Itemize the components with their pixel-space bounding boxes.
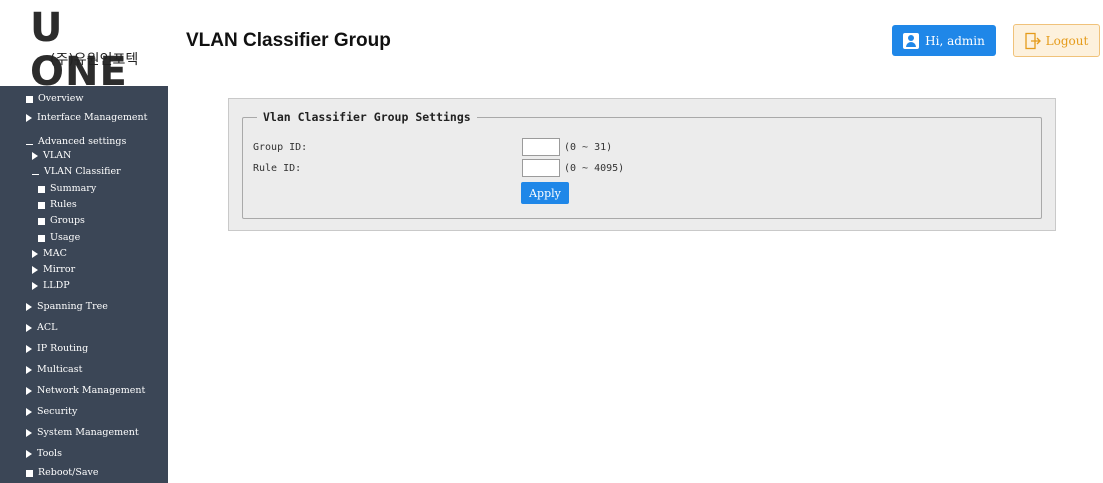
- user-label: Hi, admin: [925, 33, 985, 48]
- sidebar-item-acl[interactable]: ACL: [26, 321, 57, 335]
- sidebar-item-multicast[interactable]: Multicast: [26, 363, 82, 377]
- expand-arrow-icon: [32, 250, 38, 258]
- sidebar-item-label: ACL: [37, 322, 58, 333]
- sidebar-item-system-management[interactable]: System Management: [26, 426, 139, 440]
- expand-arrow-icon: [26, 324, 32, 332]
- logo-subtext: (주)유원인포텍: [50, 52, 139, 68]
- sidebar-item-summary[interactable]: Summary: [38, 182, 96, 196]
- collapse-dash-icon: [26, 144, 33, 145]
- sidebar-item-label: Spanning Tree: [37, 301, 108, 312]
- sidebar-item-label: Usage: [50, 232, 81, 243]
- sidebar-item-usage[interactable]: Usage: [38, 231, 80, 245]
- group-id-range: (0 ~ 31): [564, 142, 613, 153]
- square-icon: [38, 185, 45, 193]
- sidebar-item-vlan-classifier[interactable]: VLAN Classifier: [32, 165, 121, 179]
- rule-id-input[interactable]: [522, 159, 560, 177]
- rule-id-label: Rule ID:: [253, 163, 302, 174]
- fieldset-legend: Vlan Classifier Group Settings: [263, 110, 471, 124]
- sidebar: Overview Interface Management Advanced s…: [0, 86, 168, 483]
- sidebar-item-label: Reboot/Save: [38, 467, 99, 478]
- header: U ONE (주)유원인포텍 VLAN Classifier Group Hi,…: [0, 0, 1103, 94]
- square-icon: [26, 95, 33, 103]
- collapse-dash-icon: [32, 174, 39, 175]
- sidebar-item-lldp[interactable]: LLDP: [32, 279, 70, 293]
- sidebar-item-label: VLAN Classifier: [44, 166, 121, 177]
- square-icon: [38, 234, 45, 242]
- sidebar-item-groups[interactable]: Groups: [38, 214, 85, 228]
- sidebar-item-reboot-save[interactable]: Reboot/Save: [26, 466, 98, 480]
- expand-arrow-icon: [26, 387, 32, 395]
- square-icon: [38, 217, 45, 225]
- sidebar-item-label: Tools: [37, 448, 62, 459]
- sidebar-item-label: VLAN: [43, 150, 72, 161]
- vlan-classifier-group-fieldset: Vlan Classifier Group Settings: [242, 110, 1042, 219]
- expand-arrow-icon: [32, 282, 38, 290]
- expand-arrow-icon: [26, 408, 32, 416]
- sidebar-item-label: LLDP: [43, 280, 70, 291]
- sidebar-item-interface-management[interactable]: Interface Management: [26, 111, 147, 125]
- page-title: VLAN Classifier Group: [186, 30, 391, 51]
- expand-arrow-icon: [32, 266, 38, 274]
- rule-id-range: (0 ~ 4095): [564, 163, 625, 174]
- apply-button[interactable]: Apply: [521, 182, 569, 204]
- sidebar-item-label: Overview: [38, 93, 84, 104]
- sidebar-item-mirror[interactable]: Mirror: [32, 263, 75, 277]
- group-id-input[interactable]: [522, 138, 560, 156]
- expand-arrow-icon: [26, 450, 32, 458]
- expand-arrow-icon: [26, 429, 32, 437]
- logo-text: U ONE: [30, 5, 128, 95]
- logout-icon: [1025, 32, 1041, 50]
- sidebar-item-network-management[interactable]: Network Management: [26, 384, 145, 398]
- sidebar-item-label: IP Routing: [37, 343, 89, 354]
- logout-label: Logout: [1045, 33, 1089, 48]
- sidebar-item-label: Summary: [50, 183, 97, 194]
- sidebar-item-security[interactable]: Security: [26, 405, 77, 419]
- user-account-button[interactable]: Hi, admin: [892, 25, 996, 56]
- group-id-label: Group ID:: [253, 142, 308, 153]
- expand-arrow-icon: [26, 345, 32, 353]
- logout-button[interactable]: Logout: [1013, 24, 1100, 57]
- square-icon: [38, 201, 45, 209]
- expand-arrow-icon: [26, 114, 32, 122]
- sidebar-item-label: Rules: [50, 199, 77, 210]
- sidebar-item-label: System Management: [37, 427, 139, 438]
- settings-panel: Vlan Classifier Group Settings Group ID:…: [228, 98, 1056, 231]
- sidebar-item-label: Advanced settings: [38, 136, 127, 147]
- company-logo[interactable]: U ONE (주)유원인포텍: [30, 6, 170, 94]
- sidebar-item-label: MAC: [43, 248, 67, 259]
- sidebar-item-label: Mirror: [43, 264, 76, 275]
- square-icon: [26, 469, 33, 477]
- expand-arrow-icon: [26, 303, 32, 311]
- sidebar-item-spanning-tree[interactable]: Spanning Tree: [26, 300, 108, 314]
- sidebar-item-label: Multicast: [37, 364, 83, 375]
- sidebar-item-label: Interface Management: [37, 112, 148, 123]
- sidebar-item-vlan[interactable]: VLAN: [32, 149, 71, 163]
- sidebar-item-label: Security: [37, 406, 78, 417]
- sidebar-item-advanced-settings[interactable]: Advanced settings: [26, 135, 126, 149]
- sidebar-item-tools[interactable]: Tools: [26, 447, 62, 461]
- sidebar-item-ip-routing[interactable]: IP Routing: [26, 342, 88, 356]
- expand-arrow-icon: [32, 152, 38, 160]
- sidebar-item-mac[interactable]: MAC: [32, 247, 67, 261]
- user-icon: [903, 32, 920, 49]
- sidebar-item-label: Groups: [50, 215, 85, 226]
- sidebar-item-label: Network Management: [37, 385, 146, 396]
- sidebar-item-rules[interactable]: Rules: [38, 198, 77, 212]
- expand-arrow-icon: [26, 366, 32, 374]
- sidebar-item-overview[interactable]: Overview: [26, 92, 83, 106]
